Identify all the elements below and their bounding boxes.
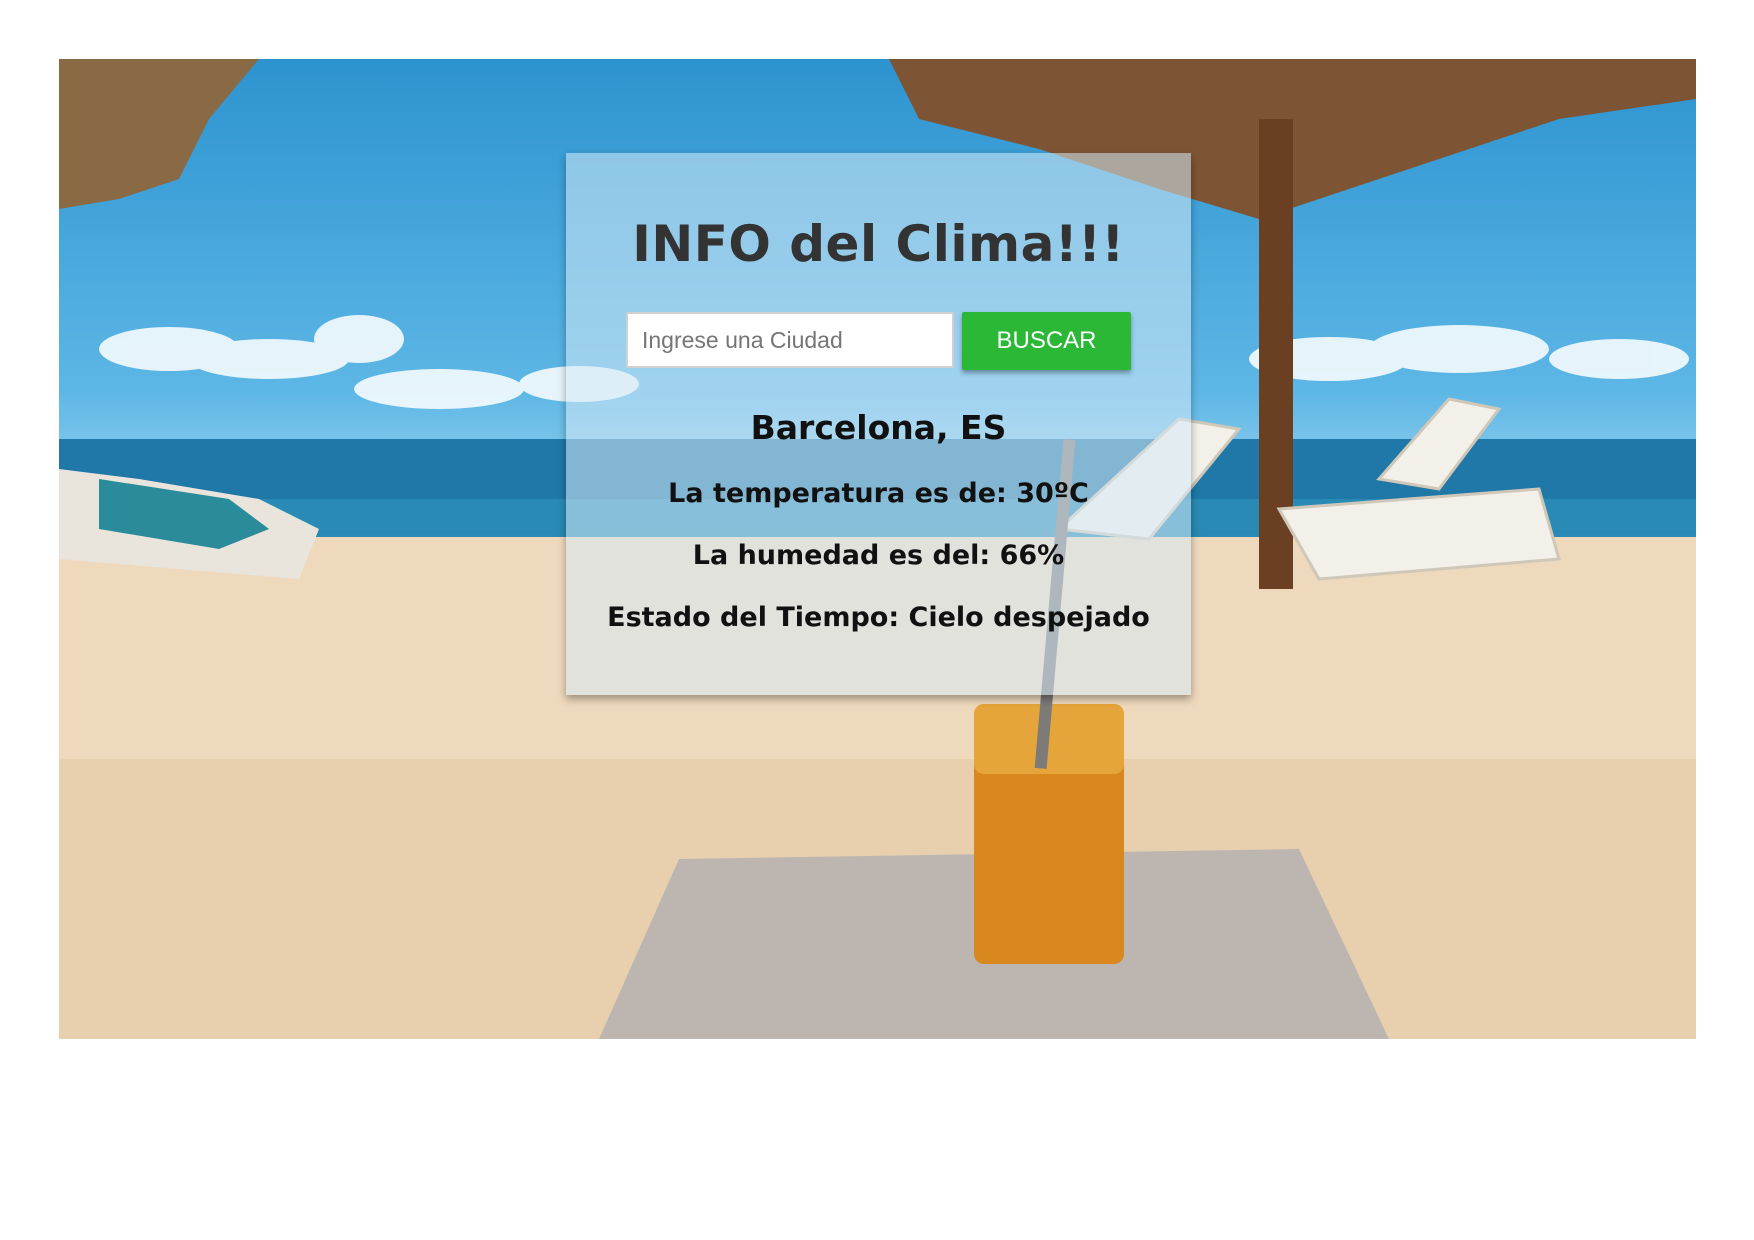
search-button[interactable]: BUSCAR	[962, 312, 1131, 370]
weather-state-text: Estado del Tiempo: Cielo despejado	[607, 602, 1150, 633]
temperature-text: La temperatura es de: 30ºC	[668, 478, 1089, 509]
city-search-input[interactable]	[626, 312, 954, 368]
humidity-text: La humedad es del: 66%	[692, 540, 1065, 571]
search-form: BUSCAR	[566, 312, 1191, 370]
city-name: Barcelona, ES	[750, 408, 1007, 447]
app-title: INFO del Clima!!!	[632, 215, 1125, 273]
weather-card: INFO del Clima!!! BUSCAR Barcelona, ES L…	[566, 153, 1191, 695]
